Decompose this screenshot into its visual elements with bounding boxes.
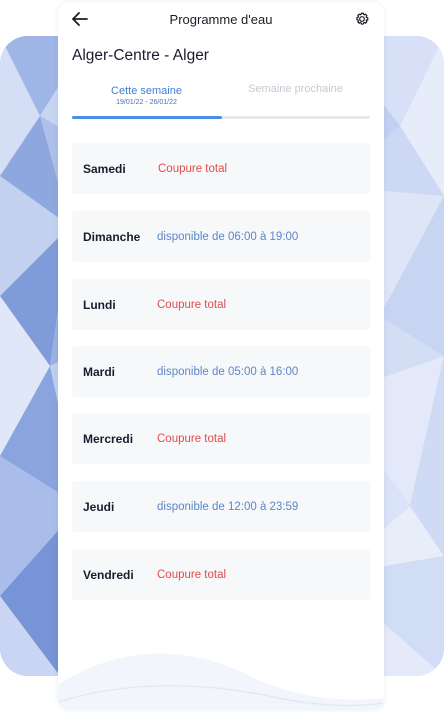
app-screen: Programme d'eau Alger-Centre - Alger Cet… [58,2,384,710]
week-tabs: Cette semaine 19/01/22 - 26/01/22 Semain… [72,80,370,120]
day-status: Coupure total [157,568,227,581]
tab-this-week[interactable]: Cette semaine 19/01/22 - 26/01/22 [72,80,221,120]
decorative-wave [58,653,384,710]
location-title: Alger-Centre - Alger [72,47,209,64]
day-name: Lundi [83,297,116,312]
day-status: disponible de 12:00 à 23:59 [157,500,299,513]
tab-date-range: 19/01/22 - 26/01/22 [116,99,177,106]
list-item[interactable]: Mercredi Coupure total [72,413,370,464]
list-item[interactable]: Jeudi disponible de 12:00 à 23:59 [72,481,370,532]
day-status: disponible de 06:00 à 19:00 [157,230,299,243]
day-name: Mercredi [83,431,134,446]
list-item[interactable]: Lundi Coupure total [72,279,370,330]
top-bar: Programme d'eau [58,2,384,36]
list-item[interactable]: Samedi Coupure total [72,143,370,194]
page-title: Programme d'eau [169,12,273,27]
day-status: Coupure total [157,298,227,311]
day-name: Vendredi [83,567,134,582]
gear-icon [356,12,369,25]
day-status: disponible de 05:00 à 16:00 [157,365,299,378]
day-name: Dimanche [83,229,141,244]
tab-label: Semaine prochaine [248,83,343,95]
day-name: Samedi [83,161,126,176]
day-name: Mardi [83,364,116,379]
list-item[interactable]: Vendredi Coupure total [72,549,370,600]
settings-button[interactable] [350,7,374,31]
day-name: Jeudi [83,499,115,514]
tab-label: Cette semaine [111,85,182,97]
tab-indicator [72,116,222,119]
day-status: Coupure total [158,162,228,175]
day-status: Coupure total [157,432,227,445]
list-item[interactable]: Mardi disponible de 05:00 à 16:00 [72,346,370,397]
list-item[interactable]: Dimanche disponible de 06:00 à 19:00 [72,211,370,262]
tab-next-week[interactable]: Semaine prochaine [221,80,370,120]
